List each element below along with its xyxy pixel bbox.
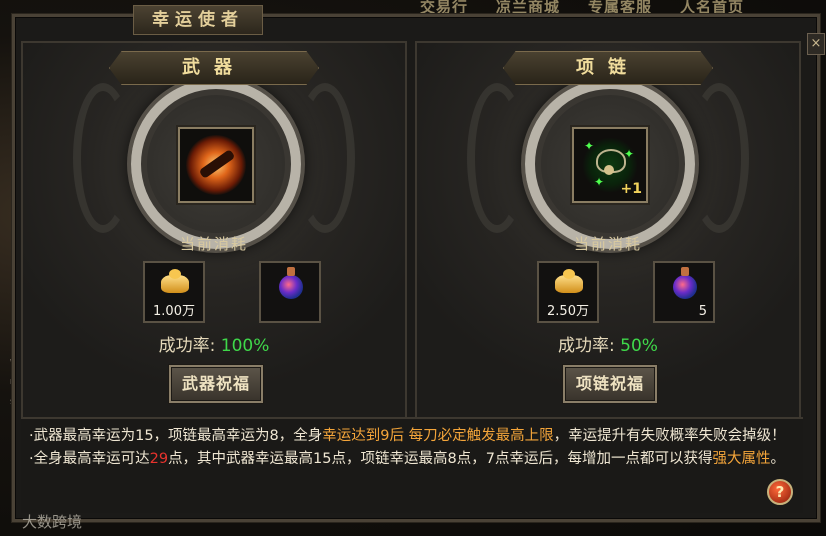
success-rate-label: 成功率: <box>558 336 615 356</box>
gold-cost-qty: 2.50万 <box>547 304 589 319</box>
gold-cost-slot[interactable]: 2.50万 <box>537 261 599 323</box>
gold-cost-qty: 1.00万 <box>153 304 195 319</box>
dragon-ornament <box>73 83 133 233</box>
dragon-ornament <box>689 83 749 233</box>
rules-highlight: 强大属性 <box>712 451 771 467</box>
rules-text: 点，其中武器幸运最高15点，项链幸运最高8点，7点幸运后，每增加一点都可以获得 <box>168 451 713 467</box>
gold-ingot-icon <box>555 269 583 293</box>
necklace-bless-button[interactable]: 项链祝福 <box>563 365 657 403</box>
dragon-ornament <box>295 83 355 233</box>
rules-text: ，幸运提升有失败概率失败会掉级！ <box>553 428 786 444</box>
window-title: 幸运使者 <box>133 5 263 35</box>
enhance-badge: +1 <box>620 181 642 197</box>
weapon-panel: 武器 当前消耗 1.00万 成功率: 100% 武器祝福 <box>21 41 407 429</box>
success-rate: 成功率: 100% <box>23 331 405 356</box>
potion-icon <box>673 267 697 299</box>
necklace-panel: 项链 ✦ ✦ ✦ +1 当前消耗 2.50万 5 成功率: 50% 项链祝福 <box>415 41 801 429</box>
rules-info: ·武器最高幸运为15，项链最高幸运为8，全身幸运达到9后 每刀必定触发最高上限，… <box>21 417 803 513</box>
potion-cost-qty: 5 <box>698 304 707 319</box>
rules-number: 29 <box>149 451 169 467</box>
consume-label: 当前消耗 <box>179 235 248 253</box>
panel-header: 项链 <box>503 51 713 85</box>
panel-header-label: 项链 <box>576 57 640 78</box>
help-button[interactable]: ? <box>767 479 793 505</box>
rules-line-1: ·武器最高幸运为15，项链最高幸运为8，全身幸运达到9后 每刀必定触发最高上限，… <box>29 425 795 448</box>
weapon-bless-button[interactable]: 武器祝福 <box>169 365 263 403</box>
success-rate-value: 100% <box>220 336 270 356</box>
sparkle-icon: ✦ <box>584 139 595 153</box>
watermark: 大数跨境 <box>22 513 83 531</box>
success-rate-value: 50% <box>620 336 658 356</box>
rules-line-2: ·全身最高幸运可达29点，其中武器幸运最高15点，项链幸运最高8点，7点幸运后，… <box>29 448 795 471</box>
lucky-envoy-window: 幸运使者 × 武器 当前消耗 1.00万 成功率: 100% 武器祝福 项链 ✦… <box>12 5 825 522</box>
weapon-icon <box>186 135 246 195</box>
potion-cost-slot[interactable] <box>259 261 321 323</box>
consume-label: 当前消耗 <box>573 235 642 253</box>
panel-header-label: 武器 <box>182 57 246 78</box>
potion-icon <box>279 267 303 299</box>
gold-ingot-icon <box>161 269 189 293</box>
weapon-slot[interactable] <box>178 127 254 203</box>
panel-header: 武器 <box>109 51 319 85</box>
sparkle-icon: ✦ <box>594 175 605 189</box>
rules-highlight: 幸运达到9后 每刀必定触发最高上限 <box>322 428 554 444</box>
rules-text: 。 <box>770 451 785 467</box>
rules-text: ·武器最高幸运为15，项链最高幸运为8，全身 <box>29 428 323 444</box>
success-rate: 成功率: 50% <box>417 331 799 356</box>
sparkle-icon: ✦ <box>624 147 635 161</box>
dragon-ornament <box>467 83 527 233</box>
necklace-slot[interactable]: ✦ ✦ ✦ +1 <box>572 127 648 203</box>
close-button[interactable]: × <box>807 33 825 55</box>
success-rate-label: 成功率: <box>158 336 216 356</box>
rules-text: ·全身最高幸运可达 <box>29 451 150 467</box>
potion-cost-slot[interactable]: 5 <box>653 261 715 323</box>
gold-cost-slot[interactable]: 1.00万 <box>143 261 205 323</box>
